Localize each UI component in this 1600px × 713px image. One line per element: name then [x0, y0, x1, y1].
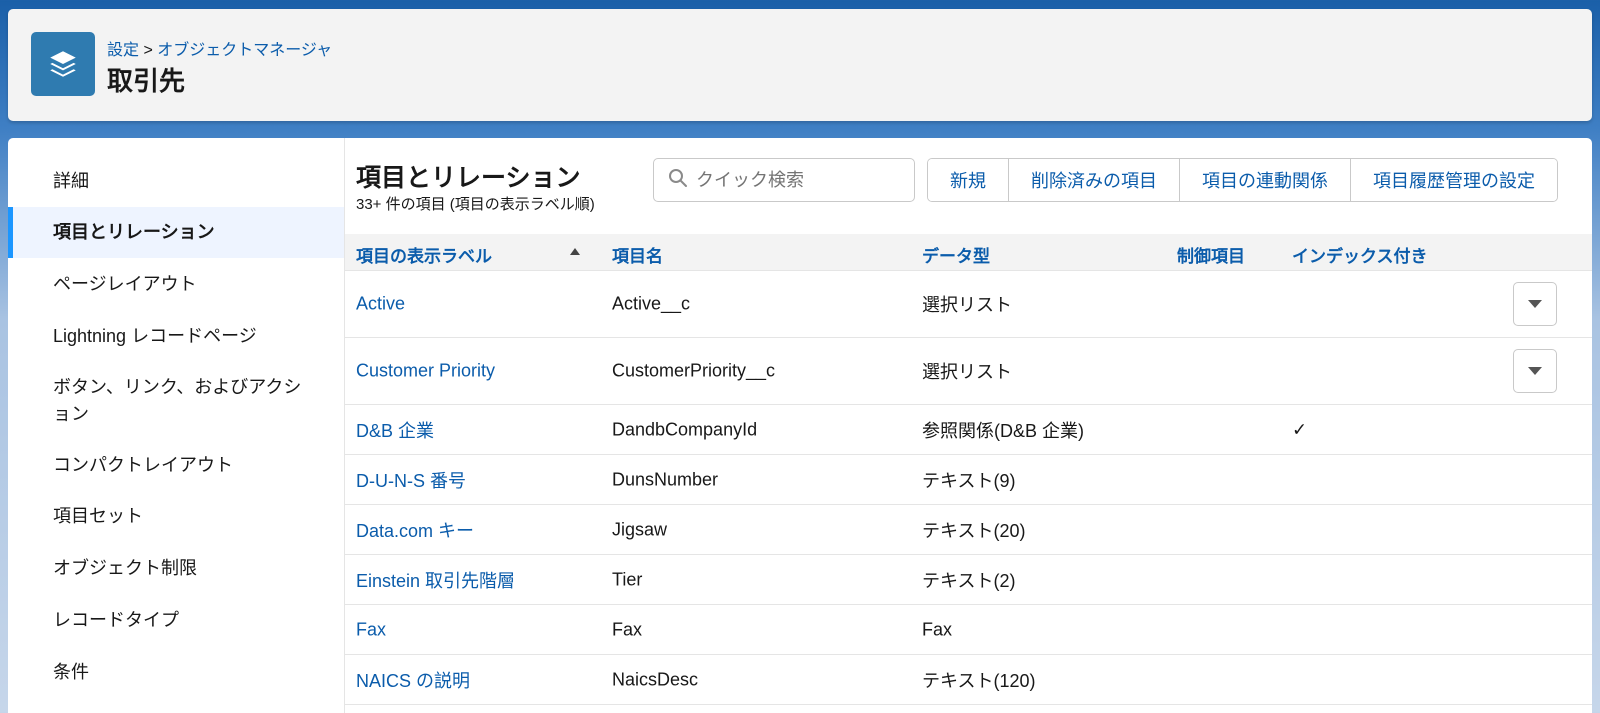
field-api-name: DunsNumber	[612, 469, 719, 489]
sidebar-item-page-layouts[interactable]: ページレイアウト	[8, 258, 344, 310]
column-header-controlling[interactable]: 制御項目	[1177, 242, 1245, 267]
field-label-link[interactable]: Active	[356, 294, 405, 315]
field-label-link[interactable]: Customer Priority	[356, 361, 495, 382]
table-row: Einstein 取引先階層 Tier テキスト(2)	[345, 555, 1592, 605]
sidebar-item-label: 条件	[53, 661, 89, 682]
main-panel: 詳細 項目とリレーション ページレイアウト Lightning レコードページ …	[8, 138, 1592, 713]
field-history-tracking-button[interactable]: 項目履歴管理の設定	[1351, 159, 1557, 201]
page-header: 設定 > オブジェクトマネージャ 取引先	[8, 9, 1592, 121]
field-data-type: 選択リスト	[922, 362, 1012, 382]
sidebar-item-label: Lightning レコードページ	[53, 325, 257, 346]
field-data-type: テキスト(2)	[922, 570, 1016, 591]
field-data-type: テキスト(9)	[922, 470, 1016, 491]
sidebar-item-buttons-links-actions[interactable]: ボタン、リンク、およびアクション	[8, 362, 344, 440]
search-icon	[668, 168, 688, 193]
field-dependencies-button[interactable]: 項目の連動関係	[1180, 159, 1351, 201]
table-header: 項目の表示ラベル 項目名 データ型 制御項目 インデックス付き	[345, 234, 1592, 271]
field-label-link[interactable]: Fax	[356, 619, 386, 640]
breadcrumb: 設定 > オブジェクトマネージャ	[107, 36, 332, 60]
field-api-name: Tier	[612, 569, 643, 589]
column-header-api-name[interactable]: 項目名	[612, 242, 663, 267]
column-header-indexed[interactable]: インデックス付き	[1292, 242, 1428, 267]
layers-icon	[31, 32, 95, 96]
chevron-down-icon	[1528, 367, 1542, 375]
field-api-name: Fax	[612, 619, 643, 639]
sidebar-item-fields-relationships[interactable]: 項目とリレーション	[8, 207, 344, 258]
sidebar-item-field-sets[interactable]: 項目セット	[8, 491, 344, 542]
field-api-name: Jigsaw	[612, 519, 668, 539]
field-api-name: CustomerPriority__c	[612, 360, 776, 381]
column-header-data-type[interactable]: データ型	[922, 242, 990, 267]
field-label-link[interactable]: NAICS の説明	[356, 667, 470, 693]
field-label-link[interactable]: D&B 企業	[356, 417, 434, 443]
field-data-type: 選択リスト	[922, 295, 1012, 315]
table-row: D&B 企業 DandbCompanyId 参照関係(D&B 企業) ✓	[345, 405, 1592, 455]
field-data-type: Fax	[922, 619, 953, 639]
new-field-button[interactable]: 新規	[928, 159, 1009, 201]
sidebar-item-label: オブジェクト制限	[53, 557, 197, 578]
fields-table: 項目の表示ラベル 項目名 データ型 制御項目 インデックス付き Active A…	[345, 234, 1592, 705]
sidebar-item-label: レコードタイプ	[53, 609, 179, 630]
field-api-name: NaicsDesc	[612, 669, 699, 689]
sidebar-item-record-types[interactable]: レコードタイプ	[8, 594, 344, 646]
page-title: 取引先	[107, 66, 186, 96]
sidebar-item-label: 詳細	[53, 171, 89, 191]
table-row: Data.com キー Jigsaw テキスト(20)	[345, 505, 1592, 555]
field-label-link[interactable]: Data.com キー	[356, 517, 474, 543]
table-row: NAICS の説明 NaicsDesc テキスト(120)	[345, 655, 1592, 705]
sidebar-item-label: ボタン、リンク、およびアクション	[53, 377, 302, 424]
breadcrumb-separator: >	[139, 42, 158, 59]
field-data-type: テキスト(20)	[922, 520, 1026, 541]
field-label-link[interactable]: Einstein 取引先階層	[356, 567, 515, 593]
toolbar-button-group: 新規 削除済みの項目 項目の連動関係 項目履歴管理の設定	[927, 158, 1558, 202]
row-actions-dropdown[interactable]	[1513, 349, 1557, 393]
section-title: 項目とリレーション	[356, 164, 581, 192]
field-data-type: 参照関係(D&B 企業)	[922, 420, 1084, 441]
sidebar-item-details[interactable]: 詳細	[8, 156, 344, 207]
table-row: D-U-N-S 番号 DunsNumber テキスト(9)	[345, 455, 1592, 505]
sidebar: 詳細 項目とリレーション ページレイアウト Lightning レコードページ …	[8, 138, 345, 713]
quick-search-input[interactable]	[696, 169, 896, 191]
sidebar-item-label: 項目セット	[53, 506, 143, 526]
row-actions-dropdown[interactable]	[1513, 282, 1557, 326]
sidebar-item-lightning-record-pages[interactable]: Lightning レコードページ	[8, 310, 344, 362]
field-api-name: DandbCompanyId	[612, 419, 758, 439]
deleted-fields-button[interactable]: 削除済みの項目	[1009, 159, 1180, 201]
table-row: Active Active__c 選択リスト	[345, 271, 1592, 338]
sidebar-item-conditions[interactable]: 条件	[8, 646, 344, 698]
sidebar-item-compact-layouts[interactable]: コンパクトレイアウト	[8, 440, 344, 491]
field-label-link[interactable]: D-U-N-S 番号	[356, 467, 466, 493]
field-data-type: テキスト(120)	[922, 670, 1036, 691]
table-row: Fax Fax Fax	[345, 605, 1592, 655]
chevron-down-icon	[1528, 300, 1542, 308]
field-api-name: Active__c	[612, 293, 691, 314]
section-subtitle: 33+ 件の項目 (項目の表示ラベル順)	[356, 196, 595, 213]
sidebar-item-label: ページレイアウト	[53, 273, 197, 294]
column-header-label[interactable]: 項目の表示ラベル	[356, 242, 492, 267]
sidebar-item-object-limits[interactable]: オブジェクト制限	[8, 542, 344, 594]
table-row: Customer Priority CustomerPriority__c 選択…	[345, 338, 1592, 405]
sort-ascending-icon[interactable]	[570, 248, 580, 255]
sidebar-item-label: コンパクトレイアウト	[53, 455, 233, 475]
fields-content: 項目とリレーション 33+ 件の項目 (項目の表示ラベル順) 新規 削除済みの項…	[345, 138, 1592, 713]
quick-search-box[interactable]	[653, 158, 915, 202]
checkmark-icon: ✓	[1292, 419, 1308, 439]
breadcrumb-setup-link[interactable]: 設定	[107, 42, 139, 59]
breadcrumb-object-manager-link[interactable]: オブジェクトマネージャ	[157, 42, 332, 59]
sidebar-item-label: 項目とリレーション	[53, 222, 215, 242]
